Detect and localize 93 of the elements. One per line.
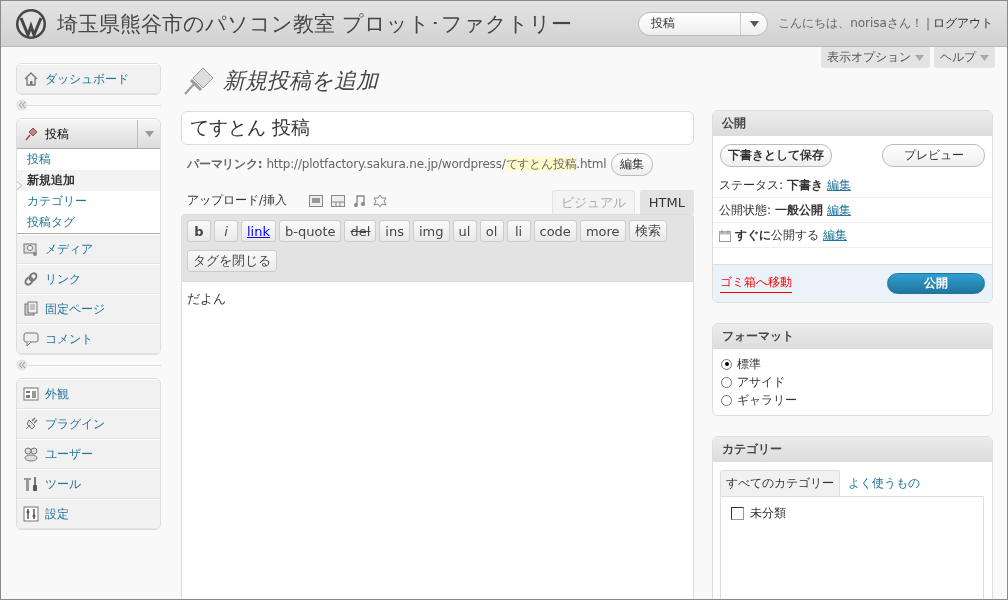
quicktag-button[interactable]: タグを閉じる [187,250,277,272]
field-value: 下書き [787,176,824,194]
collapse-icon[interactable] [16,99,28,111]
radio-button[interactable] [721,394,732,406]
menu-item[interactable]: コメント [17,324,160,354]
submenu-item[interactable]: 投稿 [17,149,160,170]
menu-item[interactable]: 固定ページ [17,294,160,324]
quicktag-button[interactable]: ol [479,220,504,242]
caret-icon [915,54,924,61]
greeting-text: こんにちは、norisaさん！ [778,15,923,32]
option-label: アサイド [737,373,785,391]
panel-title: 公開 [713,111,992,136]
quicktag-button[interactable]: b-quote [279,220,342,242]
plug-icon [23,416,39,432]
title-field[interactable]: てすとん 投稿 [181,111,694,145]
menu-item[interactable]: 設定 [17,499,160,529]
radio-button[interactable] [721,376,732,388]
permalink-label: パーマリンク: [187,156,263,173]
quicktag-button[interactable]: ul [452,220,477,242]
permalink-url: http://plotfactory.sakura.ne.jp/wordpress/てすとん投稿.html [266,156,607,173]
quicktag-button[interactable]: li [506,220,531,242]
quicktag-button[interactable]: b [187,220,211,242]
site-title[interactable]: 埼玉県熊谷市のパソコン教室 プロット･ファクトリー [57,9,639,38]
menu-item[interactable]: ツール [17,469,160,499]
category-tab[interactable]: よく使うもの [842,470,926,496]
quicktag-button[interactable]: more [579,220,626,242]
screen-option-tab[interactable]: 表示オプション [821,47,930,68]
edit-link[interactable]: 編集 [823,226,847,244]
field-label: 公開状態: [719,201,772,219]
camera-icon [23,241,39,257]
caret-icon [144,131,154,137]
pushpin-icon [23,126,39,142]
option-label: 標準 [737,355,761,373]
caret-icon [749,20,759,27]
wordpress-logo [15,7,47,40]
sliders-icon [23,506,39,522]
calendar-icon [719,228,731,242]
pages-icon [23,301,39,317]
menu-item[interactable]: 外観 [17,379,160,409]
save-draft-button[interactable]: 下書きとして保存 [720,144,832,167]
checkbox[interactable] [731,507,744,520]
menu-item[interactable]: メディア [17,234,160,264]
menu-item[interactable]: プラグイン [17,409,160,439]
speech-bubble-icon [23,331,39,347]
category-tab[interactable]: すべてのカテゴリー [720,470,840,496]
menu-item[interactable]: リンク [17,264,160,294]
category-label: 未分類 [750,505,786,522]
quick-menu-dropdown[interactable]: 投稿 [638,11,769,36]
quicktag-button[interactable]: del [344,220,377,242]
panel-title: フォーマット [713,324,992,349]
menu-item[interactable]: 投稿 [17,119,160,149]
trash-link[interactable]: ゴミ箱へ移動 [720,274,792,293]
chain-link-icon [23,271,39,287]
tools-icon [23,476,39,492]
screen-option-tab[interactable]: ヘルプ [934,47,995,68]
logout-link[interactable]: ログアウト [933,15,993,32]
quicktag-button[interactable]: img [413,220,450,242]
submenu-item[interactable]: 投稿タグ [17,212,160,233]
gallery-icon[interactable] [331,194,346,207]
panel-title: カテゴリー [713,437,992,462]
menu-item[interactable]: ダッシュボード [17,64,160,94]
pushpin-icon [181,66,215,96]
content-textarea[interactable]: だよん [181,281,694,599]
editor-tab[interactable]: HTML [639,190,694,214]
image-icon[interactable] [309,194,324,207]
quicktag-button[interactable]: code [533,220,577,242]
quicktag-button[interactable]: i [214,220,238,242]
separator: | [925,16,930,31]
option-label: ギャラリー [737,391,797,409]
layout-icon [23,386,39,402]
music-icon[interactable] [353,194,366,207]
publish-button[interactable]: 公開 [887,273,985,294]
edit-link[interactable]: 編集 [827,201,852,219]
field-label: ステータス: [719,176,784,194]
quicktag-button[interactable]: ins [379,220,410,242]
quicktag-button[interactable]: 検索 [628,220,667,242]
upload-label: アップロード/挿入 [187,192,288,209]
caret-icon [980,54,989,61]
collapse-icon[interactable] [16,359,28,371]
people-icon [23,446,39,462]
edit-link[interactable]: 編集 [827,176,852,194]
edit-button[interactable]: 編集 [610,153,653,176]
submenu-item[interactable]: カテゴリー [17,191,160,212]
house-icon [23,71,39,87]
field-value: 一般公開 [775,201,824,219]
schedule-text: すぐに公開する [735,226,819,244]
radio-button[interactable] [721,358,732,370]
quicktag-button[interactable]: link [241,220,276,242]
preview-button[interactable]: プレビュー [882,144,985,167]
menu-item[interactable]: ユーザー [17,439,160,469]
star-icon[interactable] [373,193,388,208]
submenu-item[interactable]: 新規追加 [17,170,160,191]
page-title: 新規投稿を追加 [223,67,378,95]
